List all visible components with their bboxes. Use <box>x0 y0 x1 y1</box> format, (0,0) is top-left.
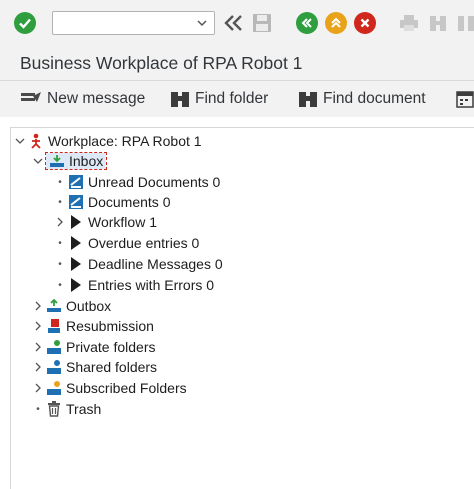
tree-node-label: Inbox <box>69 153 104 169</box>
bullet-icon: • <box>58 196 62 208</box>
calendar-icon[interactable] <box>456 90 474 108</box>
chevron-right-icon[interactable] <box>32 337 44 357</box>
inbox-tray-icon <box>49 153 65 169</box>
tree-node-label: Workflow 1 <box>88 214 157 230</box>
chevron-right-icon[interactable] <box>32 296 44 316</box>
inbox-selection[interactable]: Inbox <box>44 152 108 170</box>
document-icon <box>68 174 84 190</box>
tree-node-label: Unread Documents 0 <box>88 174 221 190</box>
tree-node-workflow[interactable]: Workflow 1 <box>54 212 157 232</box>
new-message-icon <box>21 92 41 102</box>
cancel-icon[interactable] <box>354 12 376 34</box>
bullet-icon: • <box>36 403 40 415</box>
tree-node-label: Documents 0 <box>88 194 171 210</box>
tree-node-unread-documents[interactable]: • Unread Documents 0 <box>54 172 220 192</box>
chevron-down-icon[interactable] <box>32 151 44 171</box>
tree-node-label: Outbox <box>66 298 112 314</box>
find-folder-button[interactable]: Find folder <box>170 89 268 109</box>
find-next-icon[interactable] <box>456 13 474 33</box>
triangle-icon <box>68 214 84 230</box>
page-title: Business Workplace of RPA Robot 1 <box>0 46 474 80</box>
chevron-right-icon[interactable] <box>32 316 44 336</box>
tree-node-subscribed-folders[interactable]: Subscribed Folders <box>32 378 187 398</box>
outbox-tray-icon <box>46 298 62 314</box>
print-icon[interactable] <box>398 13 420 33</box>
tree-node-trash[interactable]: • Trash <box>32 399 101 419</box>
triangle-icon <box>68 235 84 251</box>
system-toolbar <box>0 0 474 46</box>
binoculars-icon <box>299 92 317 107</box>
find-document-label: Find document <box>323 90 426 107</box>
bullet-icon: • <box>58 237 62 249</box>
subscribed-folder-icon <box>46 380 62 396</box>
tree-node-entries-with-errors[interactable]: • Entries with Errors 0 <box>54 275 214 295</box>
tree-node-deadline-messages[interactable]: • Deadline Messages 0 <box>54 254 223 274</box>
new-message-button[interactable]: New message <box>20 89 145 109</box>
back-icon[interactable] <box>222 13 244 33</box>
exit-icon[interactable] <box>325 12 347 34</box>
chevron-down-icon[interactable] <box>196 17 208 29</box>
binoculars-icon <box>171 92 189 107</box>
tree-node-label: Overdue entries 0 <box>88 235 200 251</box>
resubmission-icon <box>46 318 62 334</box>
chevron-right-icon[interactable] <box>32 378 44 398</box>
command-field[interactable] <box>52 11 215 35</box>
save-icon[interactable] <box>252 13 272 33</box>
tree-node-label: Subscribed Folders <box>66 380 187 396</box>
find-folder-label: Find folder <box>195 90 269 107</box>
bullet-icon: • <box>58 258 62 270</box>
shared-folder-icon <box>46 359 62 375</box>
triangle-icon <box>68 256 84 272</box>
bullet-icon: • <box>58 279 62 291</box>
tree-node-shared-folders[interactable]: Shared folders <box>32 357 157 377</box>
bullet-icon: • <box>58 176 62 188</box>
tree-node-label: Shared folders <box>66 359 158 375</box>
tree-node-inbox[interactable]: Inbox <box>32 151 108 171</box>
back-nav-icon[interactable] <box>296 12 318 34</box>
chevron-right-icon[interactable] <box>32 357 44 377</box>
find-icon[interactable] <box>428 13 448 33</box>
tree-node-label: Private folders <box>66 339 156 355</box>
tree-node-label: Resubmission <box>66 318 154 334</box>
triangle-icon <box>68 277 84 293</box>
trash-icon <box>46 401 62 417</box>
tree-node-label: Deadline Messages 0 <box>88 256 223 272</box>
tree-node-outbox[interactable]: Outbox <box>32 296 111 316</box>
find-document-button[interactable]: Find document <box>298 89 426 109</box>
tree-node-private-folders[interactable]: Private folders <box>32 337 155 357</box>
person-icon <box>28 133 44 149</box>
tree-node-label: Workplace: RPA Robot 1 <box>48 133 202 149</box>
tree-node-root[interactable]: Workplace: RPA Robot 1 <box>14 131 202 151</box>
tree-node-label: Trash <box>66 401 102 417</box>
private-folder-icon <box>46 339 62 355</box>
tree-node-documents[interactable]: • Documents 0 <box>54 192 170 212</box>
tree-node-label: Entries with Errors 0 <box>88 277 215 293</box>
document-icon <box>68 194 84 210</box>
enter-icon[interactable] <box>14 12 36 34</box>
application-toolbar: New message Find folder Find document <box>0 81 474 117</box>
tree-node-resubmission[interactable]: Resubmission <box>32 316 154 336</box>
new-message-label: New message <box>47 90 146 107</box>
chevron-down-icon[interactable] <box>14 131 26 151</box>
tree-node-overdue-entries[interactable]: • Overdue entries 0 <box>54 233 199 253</box>
chevron-right-icon[interactable] <box>54 212 66 232</box>
